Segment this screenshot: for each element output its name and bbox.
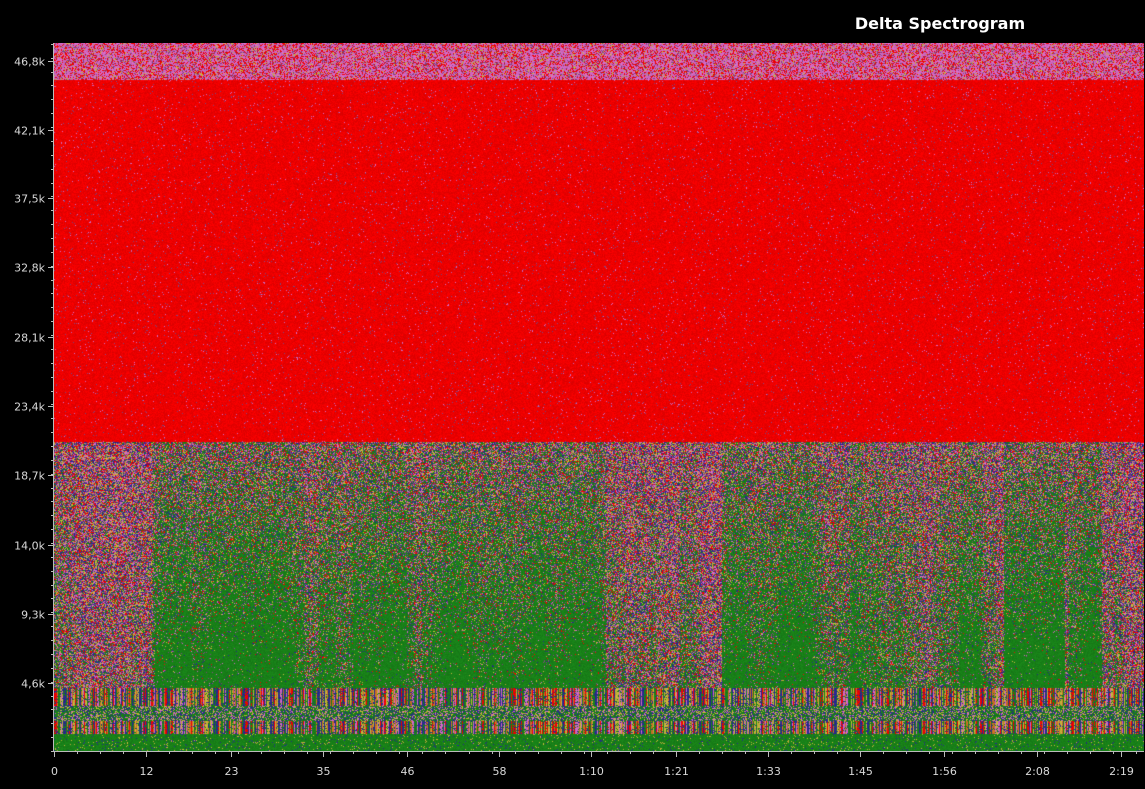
x-tick-label: 1:56 [932,765,957,778]
y-tick-label: 23,4k [14,401,45,414]
x-tick-label: 23 [225,765,239,778]
x-tick-label: 1:21 [664,765,689,778]
y-tick-label: 37,5k [14,193,45,206]
x-tick-label: 2:08 [1025,765,1050,778]
y-tick-label: 18,7k [14,470,45,483]
y-tick-label: 9,3k [21,609,45,622]
y-tick-label: 14,0k [14,540,45,553]
y-tick-label: 32,8k [14,262,45,275]
chart-title: Delta Spectrogram [854,14,1026,33]
x-tick-label: 0 [51,765,58,778]
plot-area[interactable] [54,43,1144,751]
x-tick-label: 1:45 [848,765,873,778]
y-tick-label: 42,1k [14,125,45,138]
y-tick-label: 46,8k [14,56,45,69]
spectrogram-window: Delta Spectrogram 0 12 23 35 46 58 1:10 1:21 1:3… [0,0,1145,789]
x-tick-label: 12 [140,765,154,778]
y-tick-label: 28,1k [14,332,45,345]
y-tick-label: 4,6k [21,678,45,691]
x-tick-label: 58 [493,765,507,778]
x-axis: 0 12 23 35 46 58 1:10 1:21 1:33 1:45 1:56 2:08 2:19 [51,751,1144,778]
y-axis: 4,6k 9,3k 14,0k 18,7k 23,4k 28,1k 32,8k 37,5k 42… [14,43,54,752]
x-tick-label: 46 [401,765,415,778]
x-tick-label: 2:19 [1109,765,1134,778]
x-tick-label: 1:10 [579,765,604,778]
x-tick-label: 35 [317,765,331,778]
x-tick-label: 1:33 [756,765,781,778]
spectrogram-heatmap[interactable] [54,43,1144,751]
